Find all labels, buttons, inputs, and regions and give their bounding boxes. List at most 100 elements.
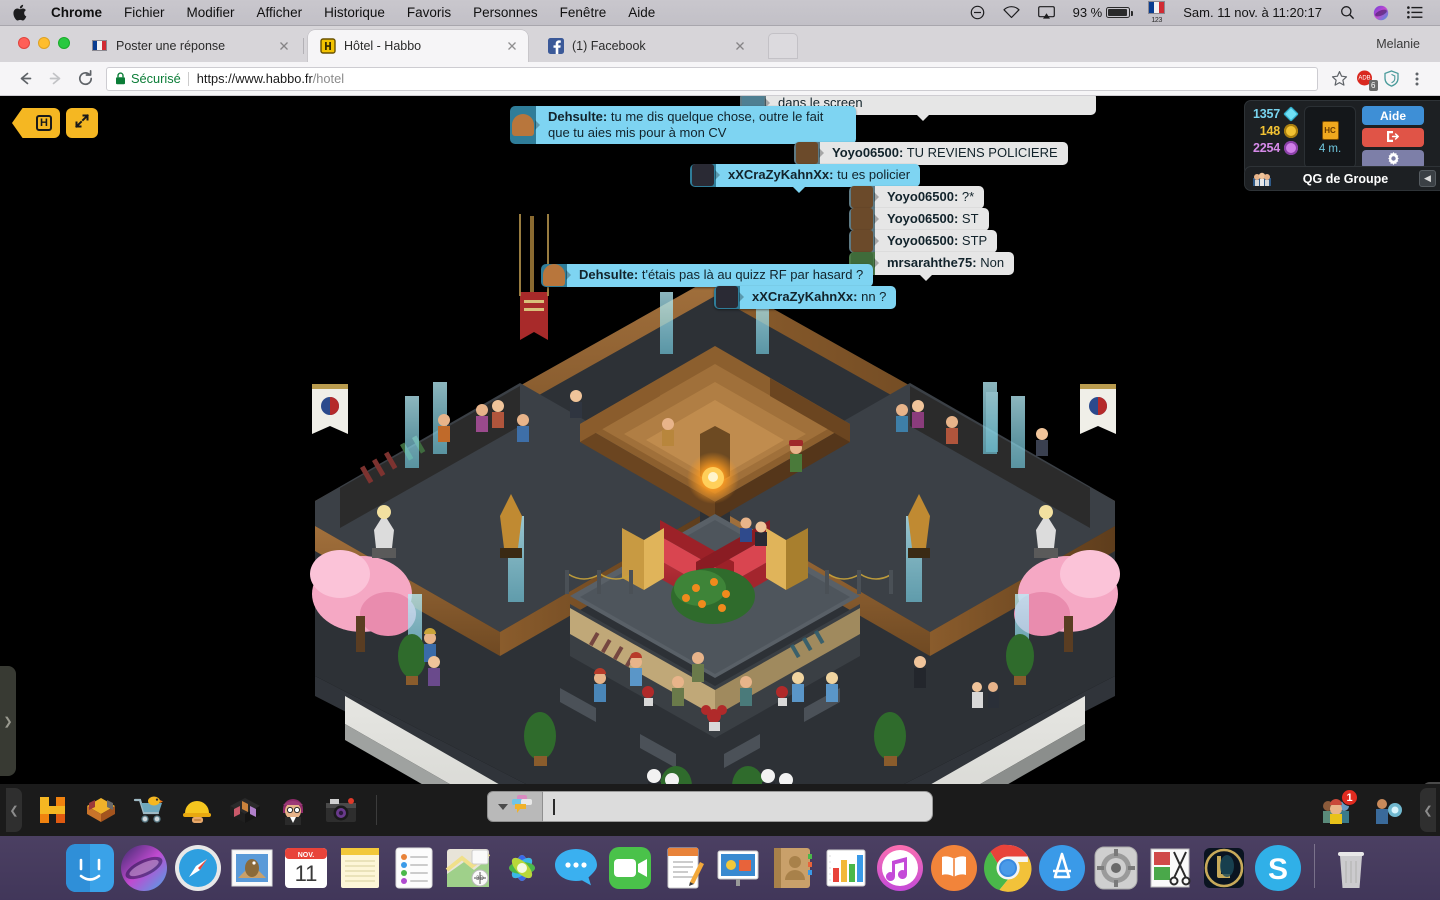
clock-datetime[interactable]: Sam. 11 nov. à 11:20:17	[1174, 0, 1331, 26]
menu-personnes[interactable]: Personnes	[462, 0, 549, 26]
menu-fichier[interactable]: Fichier	[113, 0, 176, 26]
dock-item-finder[interactable]	[65, 844, 114, 892]
habbo-logo-icon	[40, 797, 65, 823]
input-language-icon[interactable]: 123	[1139, 0, 1174, 26]
toolbar-right-handle[interactable]: ❮	[1420, 788, 1436, 832]
siri-icon[interactable]	[1364, 0, 1398, 26]
habbo-favicon	[320, 38, 336, 54]
builders-club-button[interactable]	[174, 788, 220, 832]
adblock-extension-icon[interactable]: ADB 6	[1352, 66, 1378, 92]
dock-item-numbers[interactable]	[822, 844, 870, 892]
inventory-button[interactable]	[222, 788, 268, 832]
habbo-game-viewport[interactable]: H dans le screen Dehsulte: tu me dis que…	[0, 96, 1440, 836]
catalog-button[interactable]	[126, 788, 172, 832]
dock-item-facetime[interactable]	[606, 844, 654, 892]
spotlight-search-icon[interactable]	[1331, 0, 1364, 26]
dock-item-skype[interactable]: S	[1254, 844, 1302, 892]
notification-center-icon[interactable]	[1398, 0, 1432, 26]
habbo-club-status[interactable]: HC 4 m.	[1304, 106, 1357, 169]
dock-item-itunes[interactable]	[876, 844, 924, 892]
dock-item-app-store[interactable]	[1038, 844, 1086, 892]
minimize-window-button[interactable]	[38, 37, 50, 49]
back-arrow-icon[interactable]	[10, 64, 40, 94]
friends-button[interactable]: 1	[1314, 788, 1360, 832]
chat-bubble-yoyo-4[interactable]: Yoyo06500: STP	[849, 230, 998, 253]
dock-item-keynote[interactable]	[714, 844, 762, 892]
menu-fenetre[interactable]: Fenêtre	[549, 0, 618, 26]
tab-facebook[interactable]: (1) Facebook	[536, 30, 756, 62]
close-icon[interactable]	[504, 38, 520, 54]
apple-logo-icon[interactable]	[0, 4, 40, 21]
dock-item-trash[interactable]	[1327, 844, 1375, 892]
battery-status[interactable]: 93 %	[1064, 0, 1140, 26]
dock-item-contacts[interactable]	[768, 844, 816, 892]
chat-style-picker[interactable]	[487, 791, 543, 822]
dock-item-safari[interactable]	[174, 844, 222, 892]
room-name-tag[interactable]: QG de Groupe ◀	[1244, 166, 1440, 191]
chrome-menu-icon[interactable]	[1404, 66, 1430, 92]
help-button[interactable]: Aide	[1362, 106, 1425, 125]
dock-item-ibooks[interactable]	[930, 844, 978, 892]
left-panel-handle[interactable]: ❯	[0, 666, 16, 776]
new-tab-button[interactable]	[768, 33, 798, 59]
tab-poster-une-reponse[interactable]: Poster une réponse	[80, 30, 300, 62]
star-bookmark-icon[interactable]	[1326, 66, 1352, 92]
isometric-room-render[interactable]	[0, 96, 1440, 796]
camera-button[interactable]	[318, 788, 364, 832]
diamonds-row[interactable]: 1357	[1253, 106, 1299, 122]
close-window-button[interactable]	[18, 37, 30, 49]
credits-row[interactable]: 148	[1253, 124, 1299, 138]
menu-aide[interactable]: Aide	[617, 0, 666, 26]
dock-item-chrome[interactable]	[983, 844, 1032, 892]
navigator-button[interactable]	[78, 788, 124, 832]
chevron-left-icon[interactable]: ◀	[1419, 170, 1436, 187]
chat-bubble-yoyo-2[interactable]: Yoyo06500: ?*	[849, 186, 985, 209]
fullscreen-button[interactable]	[66, 108, 98, 138]
maximize-window-button[interactable]	[58, 37, 70, 49]
avatar-profile-button[interactable]	[270, 788, 316, 832]
dock-item-messages[interactable]	[552, 844, 600, 892]
chat-input[interactable]	[543, 791, 933, 822]
currency-hud: 1357 148 2254 HC 4 m. Aide	[1244, 100, 1440, 176]
forward-arrow-icon[interactable]	[40, 64, 70, 94]
exit-room-button[interactable]	[1362, 128, 1425, 147]
dock-item-photos[interactable]	[498, 844, 546, 892]
dock-item-calendar[interactable]: NOV. 11	[282, 844, 330, 892]
dock-item-league-of-legends[interactable]	[1200, 844, 1248, 892]
duckets-row[interactable]: 2254	[1253, 141, 1299, 155]
menu-modifier[interactable]: Modifier	[176, 0, 246, 26]
menu-historique[interactable]: Historique	[313, 0, 396, 26]
menu-favoris[interactable]: Favoris	[396, 0, 462, 26]
shield-extension-icon[interactable]	[1378, 66, 1404, 92]
chat-bubble-kahn-1[interactable]: xXCraZyKahnXx: tu es policier	[690, 164, 921, 193]
dock-item-reminders[interactable]	[390, 844, 438, 892]
dock-item-preview[interactable]	[1146, 844, 1194, 892]
address-bar[interactable]: Sécurisé https://www.habbo.fr/hotel	[106, 66, 1318, 91]
wifi-icon[interactable]	[994, 0, 1029, 26]
chat-bubble-yoyo-1[interactable]: Yoyo06500: TU REVIENS POLICIERE	[794, 142, 1068, 171]
room-back-button[interactable]: H	[12, 108, 60, 138]
chat-bubble-yoyo-3[interactable]: Yoyo06500: ST	[849, 208, 989, 231]
habbo-home-button[interactable]	[30, 788, 76, 832]
reload-icon[interactable]	[70, 64, 100, 94]
dock-item-notes[interactable]	[336, 844, 384, 892]
close-icon[interactable]	[276, 38, 292, 54]
chrome-profile-name[interactable]: Melanie	[1366, 34, 1430, 54]
do-not-disturb-icon[interactable]	[961, 0, 994, 26]
chat-bubble-kahn-2[interactable]: xXCraZyKahnXx: nn ?	[714, 286, 897, 309]
me-menu-button[interactable]	[1364, 788, 1410, 832]
dock-item-system-preferences[interactable]	[1092, 844, 1140, 892]
menu-chrome[interactable]: Chrome	[40, 0, 113, 26]
chat-bubble-dehsulte-1[interactable]: Dehsulte: tu me dis quelque chose, outre…	[510, 106, 856, 144]
dock-item-mail[interactable]	[228, 844, 276, 892]
menu-afficher[interactable]: Afficher	[246, 0, 314, 26]
dock-item-maps[interactable]: 3D	[444, 844, 492, 892]
chat-bubble-mrsarahthe75[interactable]: mrsarahthe75: Non	[849, 252, 1015, 281]
airplay-icon[interactable]	[1029, 0, 1064, 26]
tab-hotel-habbo[interactable]: Hôtel - Habbo	[308, 30, 528, 62]
chat-bubble-dehsulte-2[interactable]: Dehsulte: t'étais pas là au quizz RF par…	[541, 264, 874, 287]
dock-item-pages[interactable]	[660, 844, 708, 892]
dock-item-siri[interactable]	[120, 844, 168, 892]
toolbar-collapse-handle[interactable]: ❮	[6, 788, 22, 832]
close-icon[interactable]	[732, 38, 748, 54]
